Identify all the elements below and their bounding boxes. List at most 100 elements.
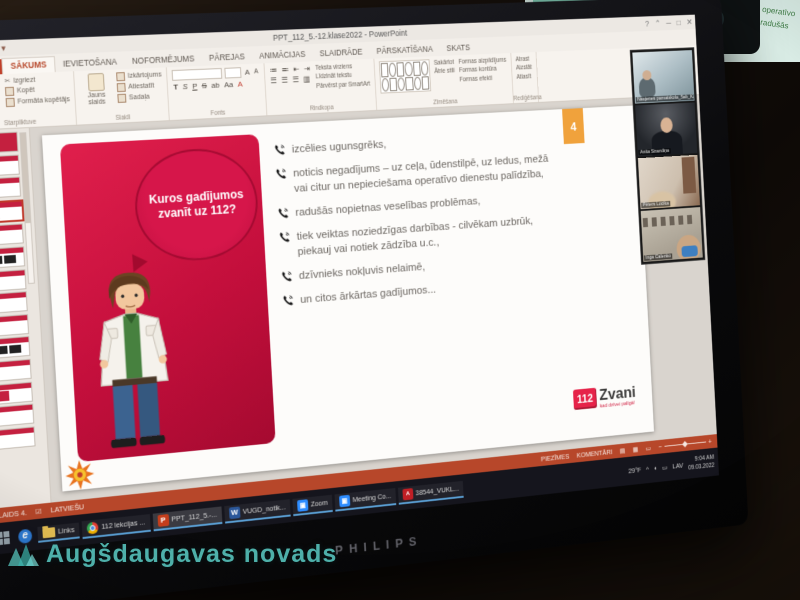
columns-icon[interactable]: ▥ [302, 75, 311, 84]
slide-thumbnail[interactable]: 9 [0, 313, 40, 338]
font-color-icon[interactable]: A [237, 80, 244, 89]
bullets-icon[interactable]: ≔ [269, 66, 279, 75]
network-icon[interactable]: ▭ [662, 463, 668, 472]
new-slide-button[interactable]: Jauns slaids [79, 73, 113, 107]
slide-number-badge: 4 [562, 108, 585, 144]
scissors-icon: ✂ [4, 77, 10, 85]
ribbon-options-icon[interactable]: ⌃ [655, 18, 661, 28]
spellcheck-icon[interactable]: ☑ [35, 507, 42, 517]
slideshow-icon[interactable]: ▭ [645, 444, 651, 453]
font-name-combobox[interactable] [172, 68, 223, 81]
bullet-list: izcēlies ugunsgrēks, noticis negadījums … [273, 128, 567, 319]
video-tile[interactable]: Naujenes pamatskola_5ab_KAB [632, 50, 694, 104]
strikethrough-button[interactable]: S [201, 81, 208, 90]
shape-effects-button[interactable]: Formas efekti [459, 74, 507, 85]
video-tile[interactable]: Anita Strazdiņa [635, 102, 697, 156]
bold-button[interactable]: T [172, 83, 179, 92]
copy-icon [5, 87, 14, 96]
smartart-button[interactable]: Pārvērst par SmartArt [316, 80, 371, 91]
watermark-logo-icon [6, 542, 40, 568]
taskbar-pdf-window[interactable]: A 38544_VUKL... [398, 480, 464, 504]
video-tile[interactable]: Inga Čalenko [641, 207, 703, 262]
slide-canvas[interactable]: Kuros gadījumos zvanīt uz 112? [42, 105, 654, 491]
group-editing: Atrast Aizstāt Atlasīt Rediģēšana [511, 52, 539, 103]
slide-sorter-icon[interactable]: ▦ [632, 445, 638, 454]
phone-icon [278, 231, 290, 244]
shapes-gallery[interactable] [379, 59, 431, 93]
slide-counter: SLAIDS 4. [0, 508, 27, 520]
participant-name: Inga Čalenko [644, 253, 673, 261]
slide-thumbnail[interactable]: 12 [0, 380, 44, 405]
zvani-112-logo: 112 Zvani kad dzīvei palīgā! [573, 384, 636, 412]
language-tray[interactable]: LAV [672, 461, 683, 470]
language-indicator[interactable]: LATVIEŠU [50, 502, 84, 514]
select-button[interactable]: Atlasīt [516, 72, 532, 81]
clock[interactable]: 9:04 AM 09.03.2022 [688, 454, 715, 472]
shrink-font-icon[interactable]: A [253, 68, 259, 75]
group-clipboard: Ielīmēt ✂Izgriezt Kopēt Formāta kopētājs… [0, 71, 77, 130]
boy-illustration [79, 268, 187, 458]
video-tile[interactable]: Pēters Locika [638, 155, 700, 209]
normal-view-icon[interactable]: ▤ [620, 446, 626, 455]
taskbar-word-window[interactable]: W VUGD_notik... [224, 499, 291, 523]
system-tray: 29°F ^ ◖ ▭ LAV 9:04 AM 09.03.2022 [628, 454, 715, 479]
phone-icon [277, 207, 289, 220]
indent-icon[interactable]: ⇤ [292, 65, 300, 74]
zoom-in-icon[interactable]: + [708, 437, 712, 445]
quick-styles-button[interactable]: Ātrie stili [434, 67, 455, 77]
slide-thumbnail[interactable]: 13 [0, 403, 45, 428]
section-button[interactable]: Sadaļa [117, 92, 163, 103]
comments-button[interactable]: KOMENTĀRI [577, 448, 613, 460]
font-size-combobox[interactable] [224, 67, 241, 78]
char-spacing-icon[interactable]: ab [210, 81, 221, 90]
taskbar-powerpoint-window[interactable]: P PPT_112_5.-... [152, 506, 222, 531]
powerpoint-icon: P [157, 514, 169, 527]
participant-silhouette [639, 77, 656, 98]
copy-button[interactable]: Kopēt [5, 84, 70, 96]
change-case-icon[interactable]: Aa [223, 80, 234, 89]
paste-button[interactable]: Ielīmēt [0, 77, 1, 105]
zoom-icon: ▣ [297, 499, 308, 512]
help-icon[interactable]: ? [645, 19, 649, 28]
word-icon: W [229, 506, 241, 519]
restore-button[interactable]: □ [676, 18, 681, 27]
slide-thumbnail[interactable]: 8 [0, 291, 38, 315]
italic-button[interactable]: S [181, 82, 188, 91]
reset-button[interactable]: Atiestatīt [117, 81, 163, 92]
monitor-brand: PHILIPS [335, 533, 423, 557]
grow-font-icon[interactable]: A [244, 68, 251, 77]
format-painter-button[interactable]: Formāta kopētājs [6, 95, 71, 107]
zoom-out-icon[interactable]: − [658, 442, 662, 451]
pdf-icon: A [402, 488, 413, 500]
taskbar-chrome-window[interactable]: 112 lekcijas ... [82, 514, 151, 539]
slide-red-panel: Kuros gadījumos zvanīt uz 112? [60, 134, 276, 462]
cut-button[interactable]: ✂Izgriezt [4, 74, 69, 85]
tray-chevron-icon[interactable]: ^ [646, 465, 649, 473]
speaker-icon[interactable]: ◖ [653, 464, 657, 473]
align-center-icon[interactable]: ☰ [280, 76, 289, 85]
phone-icon [273, 143, 285, 156]
align-right-icon[interactable]: ☰ [291, 75, 300, 84]
group-label: Rediģēšana [513, 95, 538, 103]
photo-of-monitor: operatīvo radušās ▣ ↺ ↻ ▾ PPT_112_5.-12.… [0, 0, 800, 600]
slide-thumbnail[interactable]: 10 [0, 335, 41, 360]
folder-icon [42, 527, 55, 538]
layout-button[interactable]: Izkārtojums [116, 71, 162, 82]
group-drawing: Sakārtot Ātrie stili Formas aizpildījums… [374, 53, 513, 110]
logo-112-square: 112 [573, 388, 597, 410]
taskbar-zoom-meeting[interactable]: ▣ Meeting Co... [334, 488, 396, 512]
slide-thumbnail[interactable]: 14 [0, 425, 46, 451]
slide-question: Kuros gadījumos zvanīt uz 112? [136, 186, 256, 223]
watermark: Augšdaugavas novads [6, 540, 337, 569]
second-screen-text: operatīvo radušās [759, 4, 796, 34]
align-left-icon[interactable]: ☰ [269, 76, 278, 85]
minimize-button[interactable]: ─ [666, 18, 671, 27]
outdent-icon[interactable]: ⇥ [303, 64, 311, 73]
slide-thumbnail[interactable]: 11 [0, 358, 42, 383]
close-button[interactable]: ✕ [686, 17, 692, 27]
numbering-icon[interactable]: ≕ [280, 65, 290, 74]
notes-button[interactable]: PIEZĪMES [541, 452, 570, 463]
taskbar-zoom-app[interactable]: ▣ Zoom [292, 494, 332, 515]
underline-button[interactable]: P [191, 82, 198, 91]
weather-temp[interactable]: 29°F [628, 466, 641, 476]
